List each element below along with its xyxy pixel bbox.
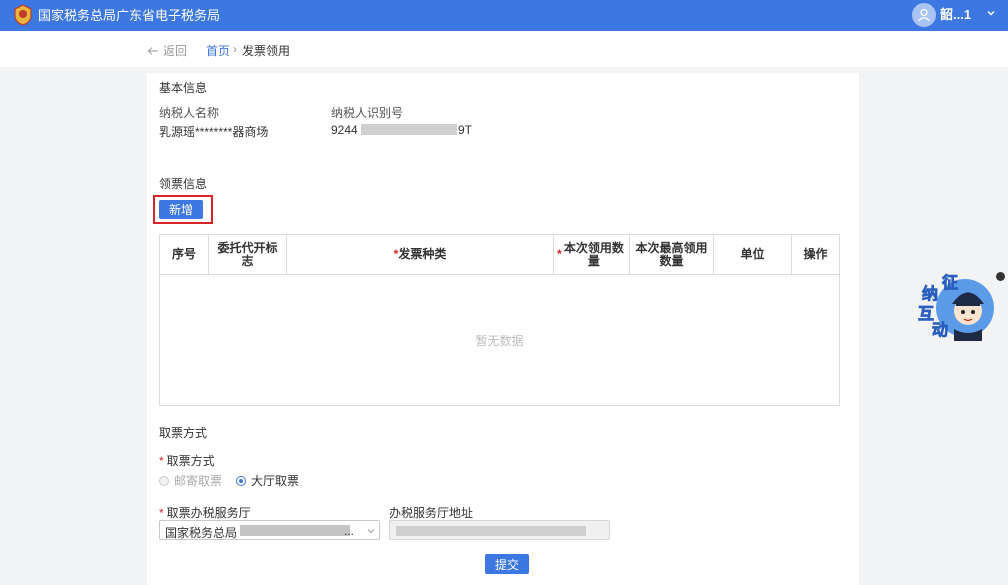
submit-button[interactable]: 提交: [485, 554, 529, 574]
top-bar: 国家税务总局广东省电子税务局 韶...1: [0, 0, 1008, 31]
address-mask: [396, 526, 586, 536]
back-label: 返回: [163, 44, 188, 58]
user-avatar-icon[interactable]: [912, 3, 936, 27]
taxpayer-id-mask: [361, 124, 457, 135]
invoice-table: 序号 委托代开标志 * 发票种类 * 本次领用数量 本次最高领用数量 单位 操作 暂…: [159, 234, 840, 406]
chevron-down-icon[interactable]: [986, 8, 996, 18]
taxpayer-id-prefix: 9244: [331, 123, 358, 137]
col-header-delegate: 委托代开标志: [209, 235, 287, 275]
basic-info-title: 基本信息: [159, 81, 208, 95]
address-label: 办税服务厅地址: [389, 506, 474, 520]
taxpayer-name-label: 纳税人名称: [159, 106, 220, 120]
breadcrumb-current: 发票领用: [242, 44, 291, 58]
taxpayer-name-value: 乳源瑶********器商场: [159, 125, 269, 139]
taxpayer-id-suffix: 9T: [458, 123, 473, 137]
select-caret-icon: [367, 529, 375, 534]
col-header-max-quantity: 本次最高领用数量: [630, 235, 714, 275]
helper-char-dong: 动: [932, 320, 948, 339]
table-empty-text: 暂无数据: [475, 333, 524, 348]
helper-char-zheng: 征: [942, 273, 958, 292]
emblem-icon: [14, 4, 32, 26]
hall-select[interactable]: 国家税务总局 ...: [159, 520, 380, 540]
helper-close-dot[interactable]: [996, 272, 1005, 281]
breadcrumb-bar: 返回 首页 › 发票领用: [0, 31, 1008, 67]
hall-select-ellipsis: ...: [344, 524, 355, 538]
col-header-quantity: * 本次领用数量: [554, 235, 630, 275]
radio-icon: [159, 475, 169, 486]
helper-char-na: 纳: [922, 284, 938, 303]
back-arrow-icon: [147, 46, 158, 55]
col-header-unit: 单位: [714, 235, 792, 275]
add-button[interactable]: 新增: [159, 200, 203, 219]
col-header-invoice-type: * 发票种类: [287, 235, 554, 275]
pickup-method-label: * 取票方式: [159, 454, 215, 468]
user-name[interactable]: 韶...1: [940, 7, 971, 23]
breadcrumb-home-link[interactable]: 首页: [206, 42, 230, 59]
radio-icon: [236, 475, 246, 486]
col-header-action: 操作: [792, 235, 839, 275]
hall-select-mask: [240, 525, 350, 536]
hall-label: * 取票办税服务厅: [159, 506, 251, 520]
radio-mail-pickup[interactable]: 邮寄取票: [159, 472, 222, 489]
site-title: 国家税务总局广东省电子税务局: [38, 8, 221, 23]
taxpayer-id-label: 纳税人识别号: [331, 106, 404, 120]
hall-select-value: 国家税务总局: [165, 526, 238, 540]
back-button[interactable]: 返回: [147, 42, 187, 59]
address-field: [389, 520, 610, 540]
radio-hall-pickup[interactable]: 大厅取票: [236, 472, 299, 489]
col-header-index: 序号: [160, 235, 209, 275]
helper-mascot-icon[interactable]: 征 纳 互 动: [916, 271, 998, 341]
pickup-title: 取票方式: [159, 426, 208, 440]
claim-info-title: 领票信息: [159, 177, 208, 191]
breadcrumb-separator: ›: [233, 42, 237, 56]
